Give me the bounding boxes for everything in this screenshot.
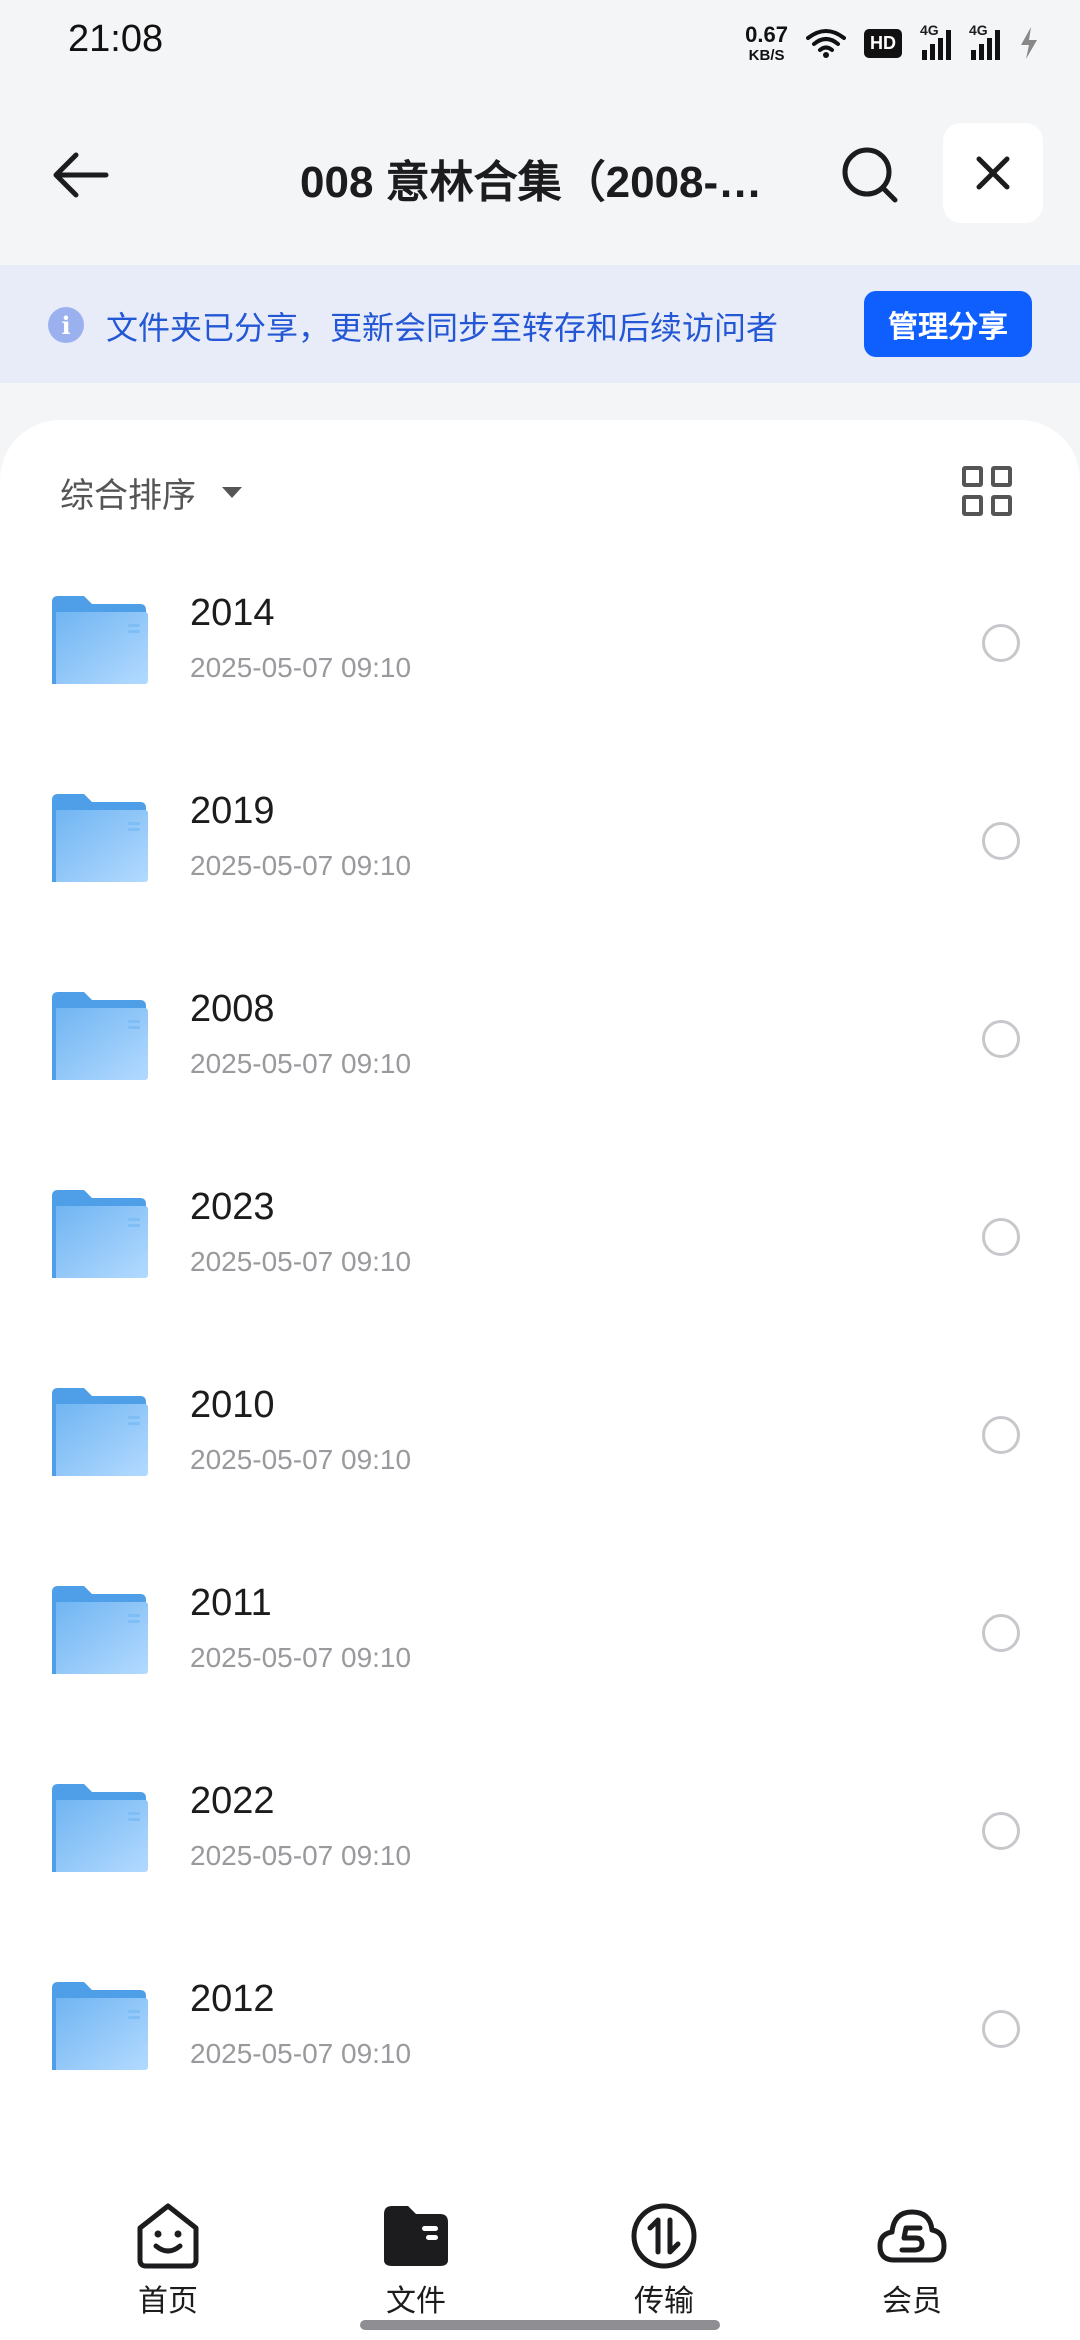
file-name: 2012: [190, 1978, 275, 2020]
nav-item-home[interactable]: 首页: [88, 2200, 248, 2320]
folder-icon: [50, 592, 148, 686]
list-item[interactable]: 2023 2025-05-07 09:10: [0, 1154, 1080, 1352]
manage-share-button[interactable]: 管理分享: [864, 291, 1032, 357]
file-name: 2022: [190, 1780, 275, 1822]
file-name: 2008: [190, 988, 275, 1030]
file-date: 2025-05-07 09:10: [190, 652, 412, 683]
select-checkbox[interactable]: [982, 1218, 1020, 1256]
wifi-icon: [806, 29, 846, 58]
folder-icon: [50, 988, 148, 1082]
file-name: 2014: [190, 592, 275, 634]
file-date: 2025-05-07 09:10: [190, 850, 412, 881]
folder-icon: [50, 1186, 148, 1280]
file-list-card: 综合排序 2014 2025-05-07 09:10 2019 2025-05-…: [0, 420, 1080, 2340]
search-icon: [842, 147, 898, 203]
nav-item-vip[interactable]: 会员: [832, 2200, 992, 2320]
arrow-left-icon: [53, 152, 109, 198]
folder-icon: [50, 1384, 148, 1478]
signal-1-label: 4G: [920, 22, 939, 38]
folder-icon: [50, 1780, 148, 1874]
nav-label-files: 文件: [386, 2285, 446, 2318]
file-date: 2025-05-07 09:10: [190, 2038, 412, 2069]
network-speed: 0.67 KB/S: [745, 21, 788, 64]
home-indicator[interactable]: [360, 2320, 720, 2330]
list-item[interactable]: 2019 2025-05-07 09:10: [0, 758, 1080, 956]
nav-item-files[interactable]: 文件: [336, 2200, 496, 2320]
grid-view-icon: [962, 466, 983, 487]
page-title: 008 意林合集（2008-2023）: [300, 158, 780, 207]
file-date: 2025-05-07 09:10: [190, 1246, 412, 1277]
sort-dropdown[interactable]: 综合排序: [60, 468, 242, 517]
network-speed-unit: KB/S: [748, 46, 785, 64]
nav-label-vip: 会员: [882, 2285, 942, 2318]
transfer-icon: [631, 2203, 697, 2269]
file-date: 2025-05-07 09:10: [190, 1840, 412, 1871]
nav-label-transfer: 传输: [634, 2285, 694, 2318]
select-checkbox[interactable]: [982, 1614, 1020, 1652]
select-checkbox[interactable]: [982, 2010, 1020, 2048]
folder-file-icon: [384, 2206, 448, 2266]
file-list: 2014 2025-05-07 09:10 2019 2025-05-07 09…: [0, 560, 1080, 2144]
sort-label: 综合排序: [60, 477, 196, 515]
back-button[interactable]: [40, 140, 120, 210]
file-date: 2025-05-07 09:10: [190, 1642, 412, 1673]
file-name: 2019: [190, 790, 275, 832]
search-button[interactable]: [835, 140, 905, 210]
nav-label-home: 首页: [138, 2285, 198, 2318]
grid-view-toggle[interactable]: [962, 466, 1012, 516]
signal-2-label: 4G: [969, 22, 988, 38]
close-icon: [976, 156, 1010, 190]
nav-item-transfer[interactable]: 传输: [584, 2200, 744, 2320]
header: 008 意林合集（2008-2023）: [0, 100, 1080, 250]
folder-icon: [50, 1978, 148, 2072]
caret-down-icon: [222, 487, 242, 498]
signal-icon-2: 4G: [969, 22, 1000, 60]
select-checkbox[interactable]: [982, 1020, 1020, 1058]
select-checkbox[interactable]: [982, 1812, 1020, 1850]
charging-bolt-icon: [1021, 27, 1037, 59]
folder-icon: [50, 1582, 148, 1676]
list-item[interactable]: 2010 2025-05-07 09:10: [0, 1352, 1080, 1550]
status-icons: 0.67 KB/S HD 4G 4G: [745, 18, 1040, 68]
close-button[interactable]: [943, 123, 1043, 223]
banner-text: 文件夹已分享，更新会同步至转存和后续访问者: [106, 310, 779, 346]
file-name: 2011: [190, 1582, 272, 1624]
share-info-banner: i 文件夹已分享，更新会同步至转存和后续访问者 管理分享: [0, 265, 1080, 383]
folder-icon: [50, 790, 148, 884]
bottom-nav: 首页 文件 传输 会员: [0, 2190, 1080, 2340]
list-item[interactable]: 2014 2025-05-07 09:10: [0, 560, 1080, 758]
file-date: 2025-05-07 09:10: [190, 1444, 412, 1475]
signal-icon-1: 4G: [920, 22, 951, 60]
list-item[interactable]: 2008 2025-05-07 09:10: [0, 956, 1080, 1154]
select-checkbox[interactable]: [982, 1416, 1020, 1454]
status-bar: 21:08 0.67 KB/S HD 4G 4G: [0, 0, 1080, 80]
list-item[interactable]: 2022 2025-05-07 09:10: [0, 1748, 1080, 1946]
file-name: 2010: [190, 1384, 275, 1426]
select-checkbox[interactable]: [982, 624, 1020, 662]
status-time: 21:08: [68, 18, 164, 60]
info-icon: i: [48, 307, 84, 343]
list-item[interactable]: 2012 2025-05-07 09:10: [0, 1946, 1080, 2144]
smiley-home-icon: [137, 2203, 199, 2269]
file-name: 2023: [190, 1186, 275, 1228]
hd-badge: HD: [864, 28, 902, 58]
network-speed-value: 0.67: [745, 21, 788, 47]
file-date: 2025-05-07 09:10: [190, 1048, 412, 1079]
list-item[interactable]: 2011 2025-05-07 09:10: [0, 1550, 1080, 1748]
select-checkbox[interactable]: [982, 822, 1020, 860]
cloud-vip-icon: [877, 2209, 947, 2263]
